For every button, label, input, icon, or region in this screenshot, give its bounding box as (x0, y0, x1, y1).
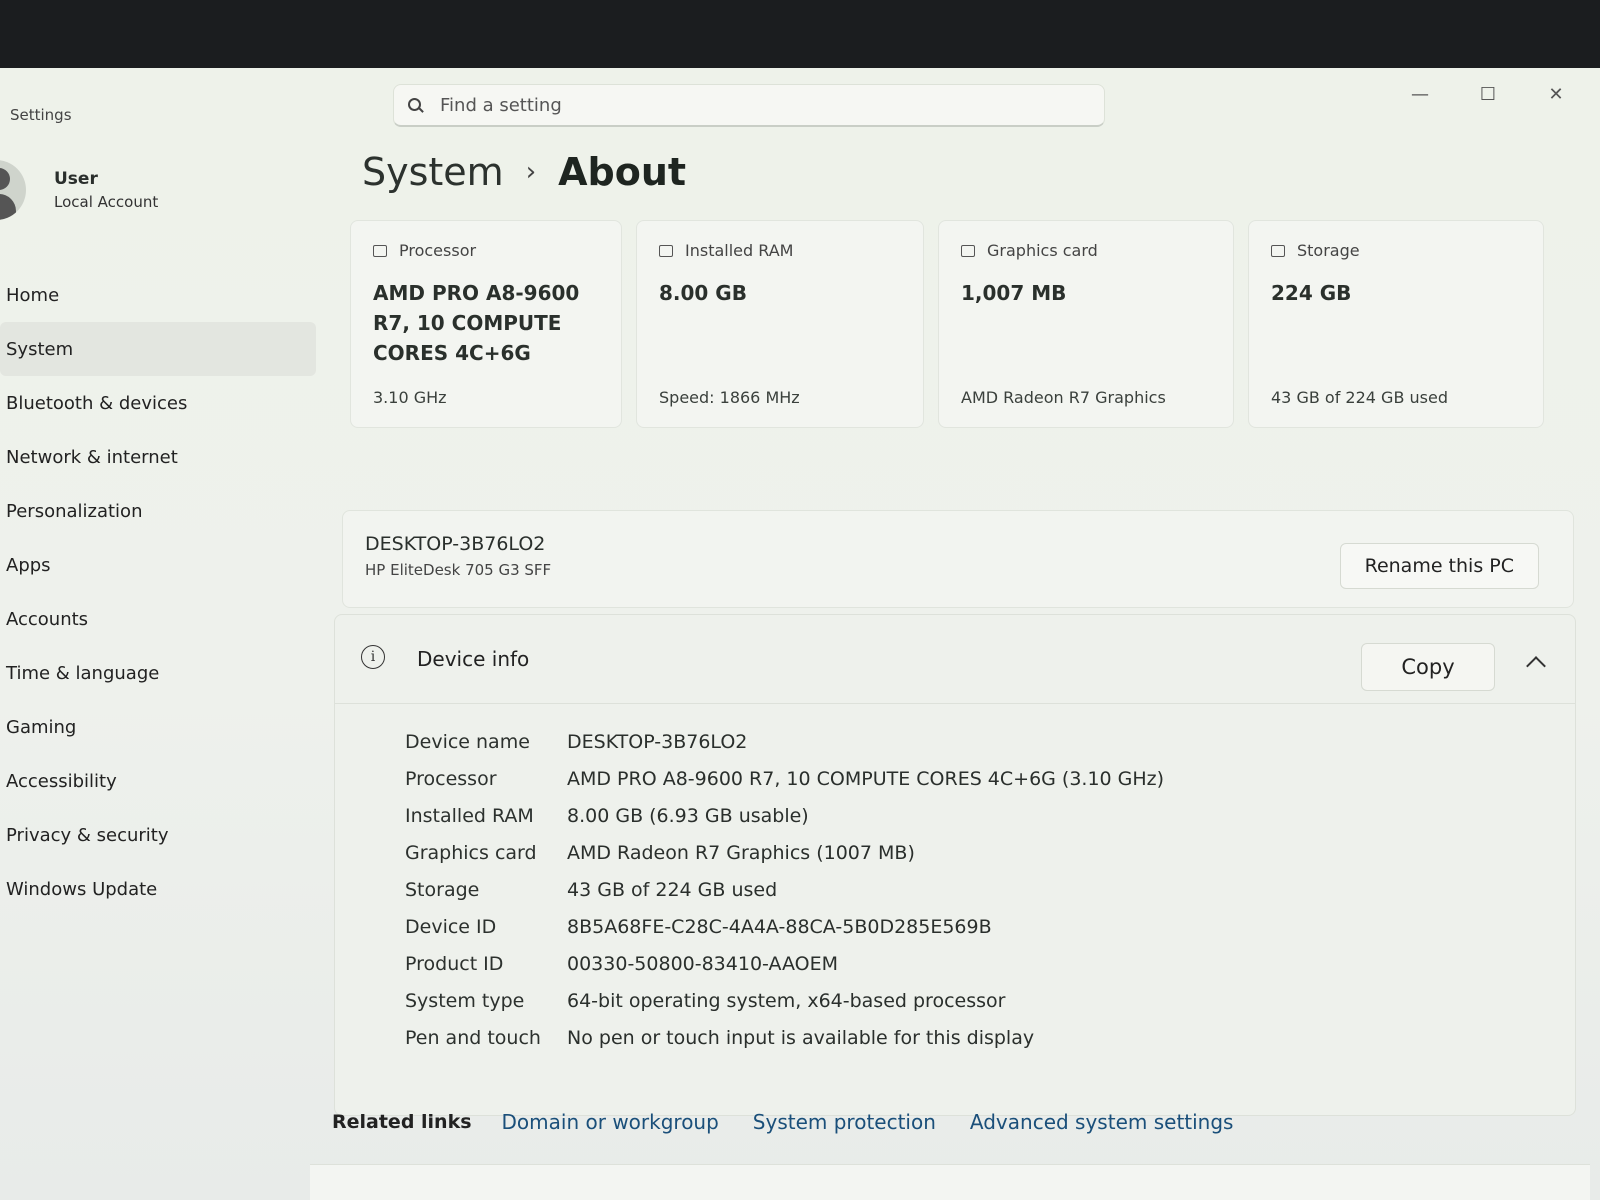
spec-label: Product ID (405, 952, 504, 975)
spec-label: Installed RAM (405, 804, 534, 827)
spec-cards: Processor AMD PRO A8-9600 R7, 10 COMPUTE… (350, 220, 1544, 428)
spec-value: 00330-50800-83410-AAOEM (567, 952, 839, 975)
card-subtext: Speed: 1866 MHz (659, 388, 800, 407)
sidebar-item-gaming[interactable]: Gaming (0, 700, 316, 754)
ram-icon (659, 244, 673, 257)
card-title: Installed RAM (685, 241, 794, 260)
user-profile[interactable]: User Local Account (0, 160, 158, 220)
sidebar-item-apps[interactable]: Apps (0, 538, 316, 592)
search-icon (408, 98, 422, 112)
device-info-header[interactable]: i Device info Copy (335, 615, 1575, 704)
device-spec-list: Device name DESKTOP-3B76LO2 Processor AM… (405, 723, 1164, 1056)
chevron-up-icon[interactable] (1526, 656, 1546, 676)
user-name: User (54, 169, 98, 189)
minimize-button[interactable]: — (1386, 76, 1454, 112)
spec-value: 8.00 GB (6.93 GB usable) (567, 804, 809, 827)
system-protection-link[interactable]: System protection (753, 1110, 936, 1134)
spec-row: Device name DESKTOP-3B76LO2 (405, 723, 1164, 760)
spec-label: Processor (405, 767, 497, 790)
settings-window: Settings — ☐ ✕ User Local Account Home S… (0, 68, 1600, 1200)
rename-pc-button[interactable]: Rename this PC (1339, 543, 1539, 589)
card-subtext: AMD Radeon R7 Graphics (961, 388, 1166, 407)
copy-button[interactable]: Copy (1361, 643, 1495, 691)
domain-workgroup-link[interactable]: Domain or workgroup (502, 1110, 719, 1134)
spec-value: AMD Radeon R7 Graphics (1007 MB) (567, 841, 915, 864)
page-title: About (558, 150, 687, 194)
next-section-edge (310, 1164, 1590, 1200)
advanced-system-settings-link[interactable]: Advanced system settings (970, 1110, 1234, 1134)
processor-card: Processor AMD PRO A8-9600 R7, 10 COMPUTE… (350, 220, 622, 428)
maximize-button[interactable]: ☐ (1454, 76, 1522, 112)
sidebar-nav: Home System Bluetooth & devices Network … (0, 268, 316, 916)
pc-name: DESKTOP-3B76LO2 (365, 533, 546, 555)
related-links: Related links Domain or workgroup System… (332, 1084, 1572, 1160)
related-links-label: Related links (332, 1111, 472, 1133)
card-subtext: 3.10 GHz (373, 388, 447, 407)
info-icon: i (361, 645, 385, 669)
spec-value: 64-bit operating system, x64-based proce… (567, 989, 1006, 1012)
spec-row: Product ID 00330-50800-83410-AAOEM (405, 945, 1164, 982)
storage-card: Storage 224 GB 43 GB of 224 GB used (1248, 220, 1544, 428)
card-value: 8.00 GB (659, 281, 747, 305)
card-title: Storage (1297, 241, 1360, 260)
spec-label: Storage (405, 878, 480, 901)
spec-row: System type 64-bit operating system, x64… (405, 982, 1164, 1019)
spec-row: Pen and touch No pen or touch input is a… (405, 1019, 1164, 1056)
sidebar-item-accounts[interactable]: Accounts (0, 592, 316, 646)
spec-label: Device name (405, 730, 530, 753)
window-controls: — ☐ ✕ (1386, 76, 1590, 112)
spec-label: Pen and touch (405, 1026, 541, 1049)
breadcrumb: System › About (362, 150, 686, 194)
spec-value: No pen or touch input is available for t… (567, 1026, 1035, 1049)
card-value: 1,007 MB (961, 281, 1067, 305)
card-value: 224 GB (1271, 281, 1352, 305)
user-account-type: Local Account (54, 193, 159, 211)
sidebar-item-time-language[interactable]: Time & language (0, 646, 316, 700)
spec-row: Processor AMD PRO A8-9600 R7, 10 COMPUTE… (405, 760, 1164, 797)
spec-row: Device ID 8B5A68FE-C28C-4A4A-88CA-5B0D28… (405, 908, 1164, 945)
sidebar-item-privacy-security[interactable]: Privacy & security (0, 808, 316, 862)
card-title: Graphics card (987, 241, 1098, 260)
spec-value: AMD PRO A8-9600 R7, 10 COMPUTE CORES 4C+… (567, 767, 1165, 790)
sidebar-item-accessibility[interactable]: Accessibility (0, 754, 316, 808)
spec-label: System type (405, 989, 525, 1012)
graphics-card-icon (961, 244, 975, 257)
sidebar-item-system[interactable]: System (0, 322, 316, 376)
spec-row: Installed RAM 8.00 GB (6.93 GB usable) (405, 797, 1164, 834)
card-subtext: 43 GB of 224 GB used (1271, 388, 1448, 407)
storage-icon (1271, 244, 1285, 257)
pc-name-row: DESKTOP-3B76LO2 HP EliteDesk 705 G3 SFF … (342, 510, 1574, 608)
breadcrumb-separator-icon: › (525, 157, 537, 187)
spec-label: Graphics card (405, 841, 537, 864)
search-input[interactable] (438, 93, 1042, 117)
spec-value: DESKTOP-3B76LO2 (567, 730, 748, 753)
spec-value: 8B5A68FE-C28C-4A4A-88CA-5B0D285E569B (567, 915, 992, 938)
search-box[interactable] (393, 84, 1105, 127)
sidebar-item-bluetooth-devices[interactable]: Bluetooth & devices (0, 376, 316, 430)
card-value: AMD PRO A8-9600 R7, 10 COMPUTE CORES 4C+… (373, 281, 580, 365)
card-title: Processor (399, 241, 477, 260)
sidebar-item-home[interactable]: Home (0, 268, 316, 322)
device-info-panel: i Device info Copy Device name DESKTOP-3… (334, 614, 1576, 1116)
processor-icon (373, 244, 387, 257)
spec-row: Storage 43 GB of 224 GB used (405, 871, 1164, 908)
avatar (0, 160, 26, 220)
ram-card: Installed RAM 8.00 GB Speed: 1866 MHz (636, 220, 924, 428)
spec-label: Device ID (405, 915, 497, 938)
pc-model: HP EliteDesk 705 G3 SFF (365, 561, 552, 579)
graphics-card-card: Graphics card 1,007 MB AMD Radeon R7 Gra… (938, 220, 1234, 428)
sidebar-item-network-internet[interactable]: Network & internet (0, 430, 316, 484)
spec-row: Graphics card AMD Radeon R7 Graphics (10… (405, 834, 1164, 871)
app-title: Settings (10, 106, 72, 124)
sidebar-item-personalization[interactable]: Personalization (0, 484, 316, 538)
spec-value: 43 GB of 224 GB used (567, 878, 778, 901)
device-info-title: Device info (417, 647, 530, 671)
sidebar-item-windows-update[interactable]: Windows Update (0, 862, 316, 916)
breadcrumb-parent[interactable]: System (362, 150, 504, 194)
close-button[interactable]: ✕ (1522, 76, 1590, 112)
